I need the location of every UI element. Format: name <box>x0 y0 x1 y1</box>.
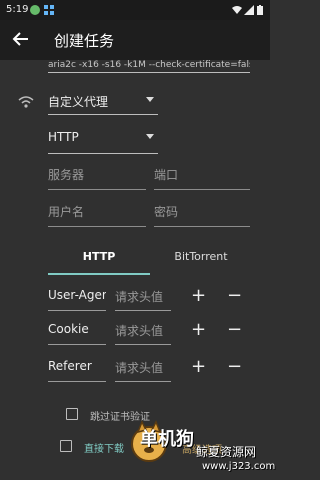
port-field[interactable]: 端口 <box>154 166 250 190</box>
signal-icon <box>244 5 254 15</box>
skip-cert-checkbox[interactable] <box>66 408 78 420</box>
server-placeholder: 服务器 <box>48 168 85 182</box>
field-underline <box>154 189 250 190</box>
status-time: 5:19 <box>6 4 29 15</box>
password-placeholder: 密码 <box>154 205 179 219</box>
tab-http[interactable]: HTTP <box>48 248 150 274</box>
app-notification-icon <box>30 5 40 15</box>
add-header-button[interactable]: + <box>191 321 206 339</box>
proxy-type-dropdown[interactable]: 自定义代理 <box>48 93 158 115</box>
app-grid-icon <box>44 5 54 15</box>
add-header-button[interactable]: + <box>191 287 206 305</box>
status-bar: 5:19 <box>0 0 270 20</box>
proxy-protocol-value: HTTP <box>48 130 79 144</box>
header-name-referer[interactable]: Referer <box>48 359 106 373</box>
remove-header-button[interactable]: − <box>227 287 242 305</box>
dropdown-underline <box>48 114 158 115</box>
server-field[interactable]: 服务器 <box>48 166 146 190</box>
header-name-cookie[interactable]: Cookie <box>48 322 106 336</box>
field-underline <box>115 344 171 345</box>
wifi-status-icon <box>232 6 242 14</box>
field-underline <box>48 344 106 345</box>
field-underline <box>48 310 106 311</box>
username-field[interactable]: 用户名 <box>48 203 146 227</box>
proxy-protocol-dropdown[interactable]: HTTP <box>48 130 158 154</box>
field-underline <box>48 381 106 382</box>
header-value-field[interactable]: 请求头值 <box>115 359 163 376</box>
command-options-field[interactable]: aria2c -x16 -s16 -k1M --check-certificat… <box>48 60 250 73</box>
field-underline <box>115 310 171 311</box>
field-underline <box>154 226 250 227</box>
remove-header-button[interactable]: − <box>227 358 242 376</box>
watermark-brand: 单机狗 <box>140 429 194 450</box>
port-placeholder: 端口 <box>154 168 179 182</box>
field-underline <box>48 226 146 227</box>
tab-bittorrent[interactable]: BitTorrent <box>150 248 252 274</box>
watermark-url: www.j323.com <box>202 461 276 472</box>
proxy-wifi-icon <box>18 96 34 108</box>
field-underline <box>48 189 146 190</box>
proxy-type-value: 自定义代理 <box>48 95 109 109</box>
username-placeholder: 用户名 <box>48 205 85 219</box>
add-header-button[interactable]: + <box>191 358 206 376</box>
header-value-field[interactable]: 请求头值 <box>115 322 163 339</box>
dropdown-underline <box>48 153 158 154</box>
tab-indicator <box>48 273 150 275</box>
page-title: 创建任务 <box>54 32 115 50</box>
back-arrow-icon[interactable] <box>12 30 30 48</box>
header-value-field[interactable]: 请求头值 <box>115 288 163 305</box>
field-underline <box>115 381 171 382</box>
remove-header-button[interactable]: − <box>227 321 242 339</box>
password-field[interactable]: 密码 <box>154 203 250 227</box>
app-bar: 创建任务 <box>0 20 270 60</box>
header-name-user-agent[interactable]: User-Agent <box>48 288 106 302</box>
direct-download-checkbox[interactable] <box>60 440 72 452</box>
dropdown-arrow-icon <box>146 97 154 102</box>
dropdown-arrow-icon <box>146 134 154 139</box>
battery-icon <box>257 5 263 15</box>
direct-download-label: 直接下载 <box>84 444 124 455</box>
watermark-site-name: 鲸夏资源网 <box>196 445 257 459</box>
